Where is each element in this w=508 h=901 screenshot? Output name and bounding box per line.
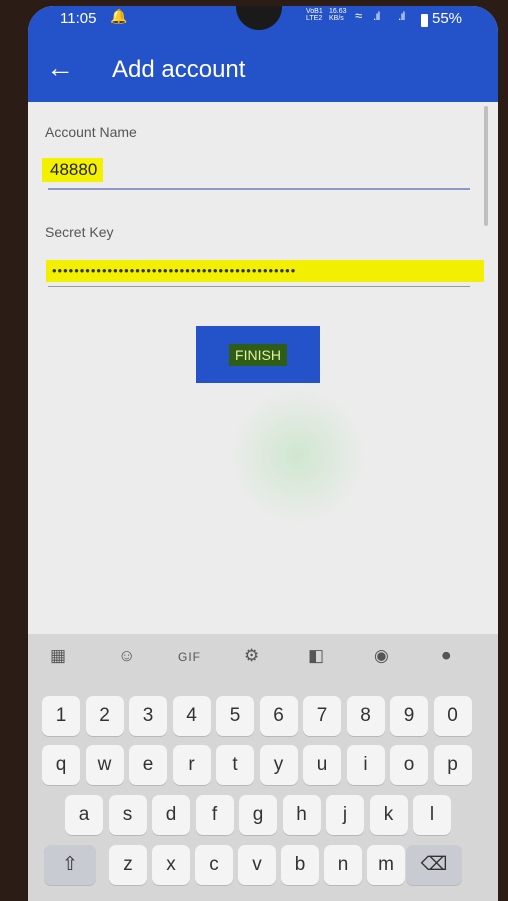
translate-icon[interactable]: ◧ (308, 646, 324, 666)
key-3[interactable]: 3 (129, 696, 167, 736)
key-0[interactable]: 0 (433, 696, 472, 736)
key-4[interactable]: 4 (172, 696, 211, 736)
key-b[interactable]: b (281, 845, 319, 885)
signal-icon: .ıl (373, 9, 380, 23)
key-o[interactable]: o (390, 745, 428, 785)
key-x[interactable]: x (152, 845, 190, 885)
secret-key-label: Secret Key (45, 224, 114, 240)
key-l[interactable]: l (413, 795, 451, 835)
key-y[interactable]: y (259, 745, 298, 785)
account-name-underline (48, 188, 470, 190)
account-name-label: Account Name (45, 124, 137, 140)
key-h[interactable]: h (282, 795, 321, 835)
network-speed: 16.63 KB/s (329, 8, 347, 22)
settings-icon[interactable]: ⚙ (244, 646, 259, 666)
key-5[interactable]: 5 (216, 696, 254, 736)
status-time: 11:05 (60, 10, 97, 27)
key-m[interactable]: m (367, 845, 405, 885)
account-name-input[interactable]: 48880 (42, 158, 104, 182)
signal-icon: .ıl (398, 9, 405, 23)
scrollbar[interactable] (484, 106, 488, 226)
key-t[interactable]: t (216, 745, 254, 785)
key-2[interactable]: 2 (85, 696, 124, 736)
phone-screen: 11:05 🔔 VoB1 LTE2 16.63 KB/s ≈ .ıl .ıl 5… (28, 6, 498, 901)
key-w[interactable]: w (85, 745, 124, 785)
backspace-icon[interactable]: ⌫ (406, 845, 462, 885)
key-8[interactable]: 8 (346, 696, 385, 736)
key-q[interactable]: q (42, 745, 80, 785)
key-v[interactable]: v (238, 845, 276, 885)
key-i[interactable]: i (346, 745, 385, 785)
page-title: Add account (112, 56, 246, 83)
key-j[interactable]: j (326, 795, 364, 835)
key-e[interactable]: e (129, 745, 167, 785)
gif-button[interactable]: GIF (178, 650, 201, 664)
key-f[interactable]: f (195, 795, 234, 835)
apps-grid-icon[interactable]: ▦ (50, 646, 66, 666)
shift-icon[interactable]: ⇧ (44, 845, 96, 885)
mic-icon[interactable]: ⏺ (442, 646, 451, 666)
key-c[interactable]: c (195, 845, 233, 885)
key-1[interactable]: 1 (42, 696, 80, 736)
key-r[interactable]: r (172, 745, 211, 785)
secret-key-input[interactable]: ••••••••••••••••••••••••••••••••••••••••… (46, 260, 484, 282)
key-9[interactable]: 9 (390, 696, 428, 736)
wifi-icon: ≈ (355, 8, 363, 23)
finish-label: FINISH (229, 343, 287, 366)
finish-button[interactable]: FINISH (196, 326, 320, 383)
battery-level: 55% (432, 10, 463, 27)
status-bar: 11:05 🔔 VoB1 LTE2 16.63 KB/s ≈ .ıl .ıl 5… (28, 6, 498, 36)
sticker-icon[interactable]: ☺ (118, 646, 135, 666)
key-d[interactable]: d (152, 795, 190, 835)
key-7[interactable]: 7 (303, 696, 341, 736)
back-arrow-icon[interactable]: ← (46, 54, 74, 82)
app-bar: 11:05 🔔 VoB1 LTE2 16.63 KB/s ≈ .ıl .ıl 5… (28, 6, 498, 102)
secret-key-underline (48, 286, 470, 287)
network-type: VoB1 LTE2 (306, 8, 323, 22)
palette-icon[interactable]: ◉ (374, 646, 389, 666)
key-u[interactable]: u (303, 745, 341, 785)
key-g[interactable]: g (239, 795, 277, 835)
key-k[interactable]: k (369, 795, 408, 835)
key-p[interactable]: p (433, 745, 472, 785)
keyboard: ▦ ☺ GIF ⚙ ◧ ◉ ⏺ 1234567890 qwertyuiop as… (28, 634, 498, 901)
screen-glare (228, 386, 368, 526)
battery-icon (421, 14, 428, 27)
key-s[interactable]: s (108, 795, 147, 835)
camera-cutout (236, 6, 282, 30)
key-n[interactable]: n (324, 845, 362, 885)
key-a[interactable]: a (65, 795, 103, 835)
notification-icon: 🔔 (110, 8, 128, 24)
key-z[interactable]: z (109, 845, 147, 885)
key-6[interactable]: 6 (259, 696, 298, 736)
